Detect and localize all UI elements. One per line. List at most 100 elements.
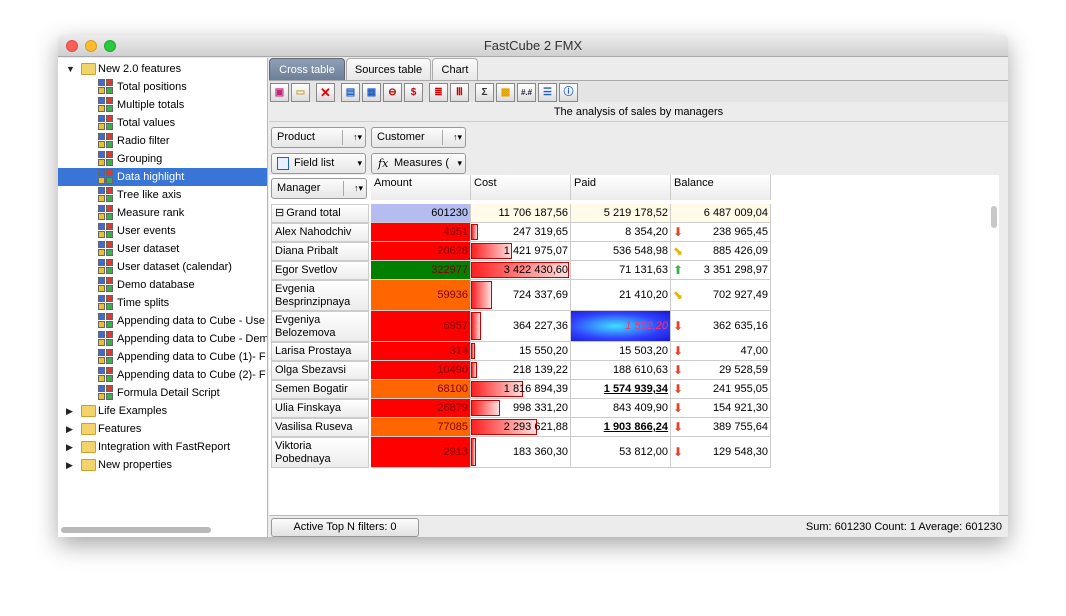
sort-icon[interactable]: ↑▾ <box>353 128 362 147</box>
tree-item[interactable]: Tree like axis <box>58 186 267 204</box>
cell-value: 11 706 187,56 <box>498 207 568 219</box>
manager-row-header[interactable]: Diana Pribalt <box>271 242 369 261</box>
tree-item[interactable]: Appending data to Cube - Dem <box>58 330 267 348</box>
collapse-icon[interactable]: ⊟ <box>275 207 284 220</box>
customer-field-button[interactable]: Customer ↑▾ <box>371 127 466 148</box>
tree-item[interactable]: Radio filter <box>58 132 267 150</box>
sum-icon[interactable]: Σ <box>475 83 494 102</box>
tree-folder[interactable]: ▶ Life Examples <box>58 402 267 420</box>
column-header[interactable]: Paid <box>571 175 671 200</box>
zoom-window-button[interactable] <box>104 40 116 52</box>
tree-folder[interactable]: ▶ New properties <box>58 456 267 474</box>
tree-item[interactable]: User dataset (calendar) <box>58 258 267 276</box>
folder-icon <box>81 441 96 453</box>
minimize-window-button[interactable] <box>85 40 97 52</box>
cell-value: 1 574 939,34 <box>603 383 668 395</box>
sort-icon[interactable]: ↑▾ <box>354 179 363 198</box>
balance-cell: ⬇ 389 755,64 <box>671 418 771 437</box>
cell-value: 77085 <box>437 421 468 433</box>
grid-settings-icon[interactable]: ▤ <box>341 83 360 102</box>
manager-row-header[interactable]: Semen Bogatir <box>271 380 369 399</box>
manager-row-header[interactable]: Viktoria Pobednaya <box>271 437 369 468</box>
info-icon[interactable]: ⓘ <box>559 83 578 102</box>
cell-value: 154 921,30 <box>712 402 768 414</box>
tree-item[interactable]: Grouping <box>58 150 267 168</box>
tree-item[interactable]: User events <box>58 222 267 240</box>
paid-cell: 188 610,63 <box>571 361 671 380</box>
field-list-button[interactable]: Field list ▾ <box>271 153 366 174</box>
tree-item-label: Features <box>98 423 142 435</box>
grid-refresh-icon[interactable]: ▦ <box>362 83 381 102</box>
balance-cell: ⬆ 3 351 298,97 <box>671 261 771 280</box>
cell-value: 68100 <box>437 383 468 395</box>
expand-arrow-closed-icon[interactable]: ▶ <box>66 420 76 438</box>
tree-item[interactable]: Formula Detail Script <box>58 384 267 402</box>
expand-arrow-closed-icon[interactable]: ▶ <box>66 438 76 456</box>
manager-row-header[interactable]: Vasilisa Ruseva <box>271 418 369 437</box>
cell-value: 322977 <box>431 264 468 276</box>
expand-arrow-open-icon[interactable]: ▼ <box>66 60 76 78</box>
column-header[interactable]: Amount <box>371 175 471 200</box>
manager-row-header[interactable]: Evgenia Besprinzipnaya <box>271 280 369 311</box>
expand-arrow-closed-icon[interactable]: ▶ <box>66 456 76 474</box>
bars-icon[interactable]: ≣ <box>429 83 448 102</box>
expand-arrow-closed-icon[interactable]: ▶ <box>66 402 76 420</box>
delete-icon[interactable]: ✕ <box>316 83 335 102</box>
manager-field-button[interactable]: Manager ↑▾ <box>271 178 367 199</box>
properties-icon[interactable]: ☰ <box>538 83 557 102</box>
highlight-icon[interactable]: ▩ <box>496 83 515 102</box>
tree-item[interactable]: Data highlight <box>58 168 267 186</box>
tree-item-label: Time splits <box>117 297 170 309</box>
arrow-down-icon: ⬇ <box>673 445 684 459</box>
sort-icon[interactable]: ↑▾ <box>453 128 462 147</box>
arrow-down-icon: ⬇ <box>673 382 684 396</box>
open-folder-icon[interactable]: ▭ <box>291 83 310 102</box>
tree-item[interactable]: Time splits <box>58 294 267 312</box>
tree-item[interactable]: Measure rank <box>58 204 267 222</box>
manager-row-header[interactable]: Olga Sbezavsi <box>271 361 369 380</box>
tab-cross-table[interactable]: Cross table <box>269 58 345 80</box>
chevron-down-icon[interactable]: ▾ <box>457 154 462 173</box>
cell-value: 53 812,00 <box>619 446 668 458</box>
tree-item[interactable]: Total positions <box>58 78 267 96</box>
column-header[interactable]: Cost <box>471 175 571 200</box>
number-format-icon[interactable]: #.# <box>517 83 536 102</box>
cross-table-grid[interactable]: Manager ↑▾ Amount Cost Paid Balance ⊟ Grand to… <box>269 175 999 515</box>
tree-item[interactable]: Appending data to Cube (2)- F <box>58 366 267 384</box>
manager-row-header[interactable]: Larisa Prostaya <box>271 342 369 361</box>
top-n-filters-button[interactable]: Active Top N filters: 0 <box>271 518 419 537</box>
cell-value: 21 410,20 <box>619 289 668 301</box>
tree-item[interactable]: Demo database <box>58 276 267 294</box>
filter-off-icon[interactable]: ⊖ <box>383 83 402 102</box>
vertical-scrollbar[interactable] <box>991 206 997 228</box>
demo-tree[interactable]: ▼ New 2.0 features Total positions Multiple… <box>58 58 268 537</box>
columns-icon[interactable]: Ⅲ <box>450 83 469 102</box>
tree-item[interactable]: Multiple totals <box>58 96 267 114</box>
tree-folder[interactable]: ▶ Integration with FastReport <box>58 438 267 456</box>
tree-item[interactable]: Appending data to Cube (1)- F <box>58 348 267 366</box>
tab-sources-table[interactable]: Sources table <box>346 58 431 80</box>
field-list-label: Field list <box>294 157 335 169</box>
measures-button[interactable]: fx Measures (▾ <box>371 153 466 174</box>
manager-row-header[interactable]: Egor Svetlov <box>271 261 369 280</box>
close-window-button[interactable] <box>66 40 78 52</box>
product-field-button[interactable]: Product ↑▾ <box>271 127 366 148</box>
manager-row-header[interactable]: Alex Nahodchiv <box>271 223 369 242</box>
currency-icon[interactable]: $ <box>404 83 423 102</box>
manager-row-header[interactable]: Evgeniya Belozemova <box>271 311 369 342</box>
cost-cell: 3 422 430,60 <box>471 261 571 280</box>
cell-value: 1 592,20 <box>625 320 668 332</box>
tree-item[interactable]: User dataset <box>58 240 267 258</box>
amount-cell: 20628 <box>371 242 471 261</box>
manager-row-header[interactable]: Ulia Finskaya <box>271 399 369 418</box>
horizontal-scrollbar[interactable] <box>61 527 211 533</box>
save-icon[interactable]: ▣ <box>270 83 289 102</box>
column-header[interactable]: Balance <box>671 175 771 200</box>
chevron-down-icon[interactable]: ▾ <box>357 154 362 173</box>
tree-folder[interactable]: ▶ Features <box>58 420 267 438</box>
grand-total-row-header[interactable]: ⊟ Grand total <box>271 204 369 223</box>
tab-chart[interactable]: Chart <box>432 58 478 80</box>
tree-item[interactable]: Total values <box>58 114 267 132</box>
tree-item[interactable]: Appending data to Cube - Use <box>58 312 267 330</box>
tree-folder[interactable]: ▼ New 2.0 features <box>58 60 267 78</box>
